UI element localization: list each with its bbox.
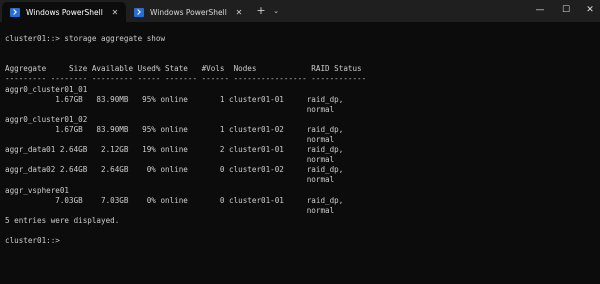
terminal-line: normal [5,135,335,145]
scrollbar[interactable] [595,24,599,280]
chevron-down-icon[interactable]: ⌄ [270,3,282,19]
terminal-line: cluster01::> [5,235,65,245]
close-tab-icon[interactable]: ✕ [110,8,120,17]
terminal-line: 1.67GB 83.90MB 95% online 1 cluster01-02… [5,124,344,134]
terminal-line: 1.67GB 83.90MB 95% online 1 cluster01-01… [5,94,344,104]
terminal-line: 7.03GB 7.03GB 0% online 0 cluster01-01 r… [5,195,344,205]
terminal-line: normal [5,155,335,165]
terminal-line: 5 entries were displayed. [5,215,120,225]
terminal-line: aggr_data02 2.64GB 2.64GB 0% online 0 cl… [5,165,344,175]
tab-label: Windows PowerShell [26,7,103,17]
powershell-icon [10,7,20,17]
terminal-line: aggr_data01 2.64GB 2.12GB 19% online 2 c… [5,145,344,155]
close-window-button[interactable]: ✕ [577,0,600,20]
terminal-line: --------- -------- --------- ----- -----… [5,74,367,84]
terminal-line: aggr_vsphere01 [5,185,70,195]
minimize-button[interactable]: — [527,0,553,20]
tab-windows-powershell-1[interactable]: Windows PowerShell ✕ [2,2,126,22]
maximize-button[interactable]: ☐ [553,0,579,20]
new-tab-button[interactable]: + [254,3,268,19]
terminal-line: normal [5,205,335,215]
terminal-line: aggr0_cluster01_02 [5,114,88,124]
terminal-line: normal [5,175,335,185]
powershell-icon [134,7,144,17]
title-bar: Windows PowerShell ✕ Windows PowerShell … [0,0,600,22]
terminal-line: aggr0_cluster01_01 [5,84,88,94]
terminal-line: cluster01::> storage aggregate show [5,34,166,44]
tab-label: Windows PowerShell [150,7,227,17]
terminal-window: Windows PowerShell ✕ Windows PowerShell … [0,0,600,284]
tab-windows-powershell-2[interactable]: Windows PowerShell ✕ [126,2,250,22]
terminal-output[interactable]: cluster01::> storage aggregate show Aggr… [5,24,595,280]
close-tab-icon[interactable]: ✕ [234,8,244,17]
terminal-line: Aggregate Size Available Used% State #Vo… [5,64,362,74]
terminal-line: normal [5,104,335,114]
